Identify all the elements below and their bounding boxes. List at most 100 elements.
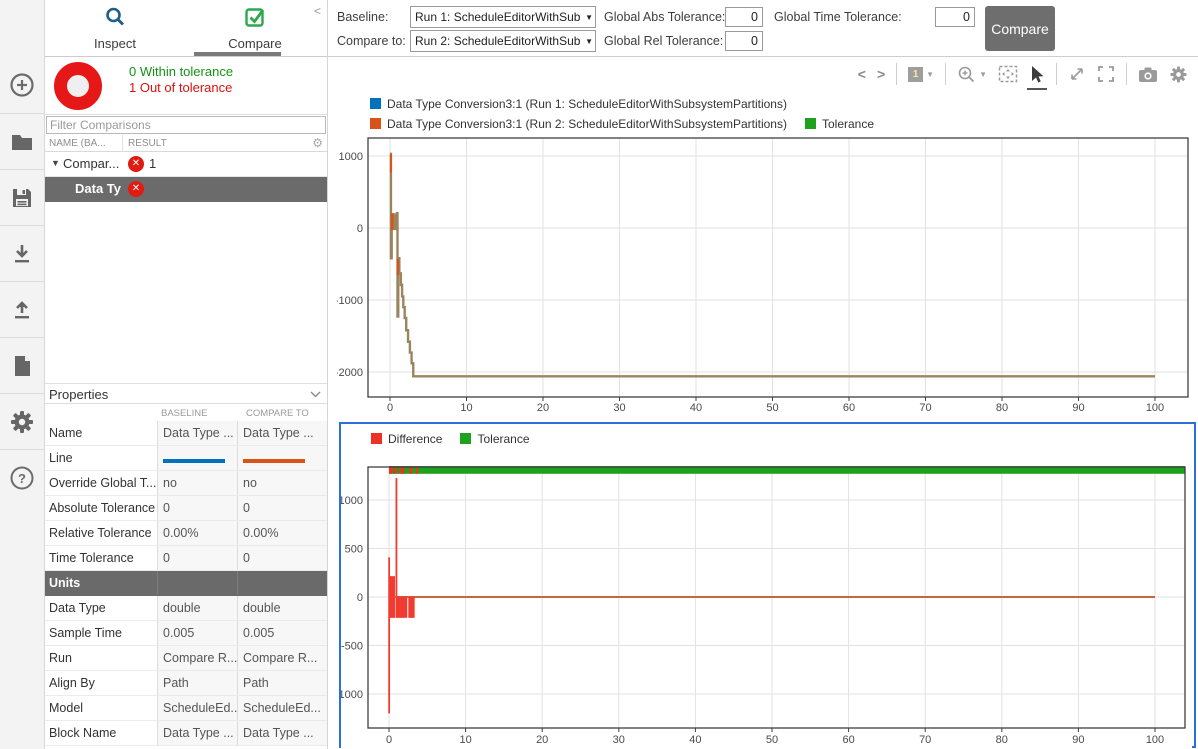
out-of-tolerance-badge: ✕ — [128, 181, 144, 197]
signals-comparison-chart[interactable]: 010203040506070809010010000-1000-2000 — [337, 135, 1198, 420]
folder-icon — [9, 129, 35, 155]
save-button[interactable] — [0, 169, 44, 225]
legend-label-difference[interactable]: Difference — [388, 432, 442, 446]
signal-name: Data Ty — [61, 181, 121, 196]
add-button[interactable] — [0, 57, 44, 113]
settings-button[interactable] — [0, 393, 44, 449]
legend-swatch-run1 — [370, 98, 381, 109]
baseline-column-header: BASELINE — [161, 408, 207, 419]
compareto-run-dropdown[interactable]: Run 2: ScheduleEditorWithSubsystemPartit… — [410, 30, 596, 52]
signal-comparison-row-selected[interactable]: Data Ty ✕ — [45, 177, 327, 202]
tab-inspect-label: Inspect — [94, 36, 136, 51]
open-button[interactable] — [0, 113, 44, 169]
chevron-down-icon — [310, 391, 321, 398]
baseline-chart-legend: Data Type Conversion3:1 (Run 1: Schedule… — [370, 96, 874, 136]
compare-button[interactable]: Compare — [985, 6, 1055, 51]
fullscreen-button[interactable] — [1097, 65, 1115, 83]
column-result-header[interactable]: RESULT — [128, 138, 167, 149]
property-row-units: Units — [45, 571, 327, 596]
export-button[interactable] — [0, 281, 44, 337]
svg-text:50: 50 — [766, 734, 778, 746]
pane-tabs: Inspect Compare < — [45, 0, 327, 57]
property-row-run: Run Compare R... Compare R... — [45, 646, 327, 671]
gear-icon — [1169, 65, 1188, 84]
legend-label-tolerance[interactable]: Tolerance — [822, 117, 874, 131]
svg-text:0: 0 — [357, 223, 363, 235]
svg-text:10: 10 — [460, 402, 472, 414]
legend-label-tolerance[interactable]: Tolerance — [477, 432, 529, 446]
svg-text:20: 20 — [537, 402, 549, 414]
import-button[interactable] — [0, 225, 44, 281]
expand-plot-button[interactable] — [1068, 65, 1086, 83]
svg-text:50: 50 — [766, 402, 778, 414]
legend-swatch-difference — [371, 433, 382, 444]
selected-tab-indicator — [194, 52, 281, 56]
global-time-tolerance-input[interactable] — [935, 7, 975, 27]
fit-to-view-button[interactable] — [998, 65, 1018, 83]
svg-text:-1000: -1000 — [337, 295, 363, 307]
property-row-override: Override Global T... no no — [45, 471, 327, 496]
snapshot-button[interactable] — [1138, 66, 1158, 83]
column-name-header[interactable]: NAME (BA... — [49, 138, 106, 149]
pointer-tool-button[interactable] — [1029, 65, 1045, 84]
compare-checkbox-icon — [244, 6, 266, 33]
svg-text:0: 0 — [357, 592, 363, 604]
dropdown-caret-icon: ▼ — [585, 37, 593, 46]
inspect-icon — [104, 6, 126, 33]
subplot-layout-button[interactable]: 1 ▼ — [908, 67, 934, 82]
global-rel-tolerance-input[interactable] — [725, 31, 763, 51]
svg-text:80: 80 — [996, 734, 1008, 746]
properties-header[interactable]: Properties — [45, 383, 327, 404]
difference-subplot-selected[interactable]: Difference Tolerance 0102030405060708090… — [339, 422, 1196, 748]
global-abs-tolerance-input[interactable] — [725, 7, 763, 27]
svg-text:80: 80 — [996, 402, 1008, 414]
baseline-run-dropdown[interactable]: Run 1: ScheduleEditorWithSubsystemPartit… — [410, 6, 596, 28]
legend-label-run1[interactable]: Data Type Conversion3:1 (Run 1: Schedule… — [387, 97, 787, 111]
difference-chart[interactable]: 010203040506070809010010005000-500-1000 — [341, 452, 1192, 748]
properties-column-headers: BASELINE COMPARE TO — [45, 404, 327, 421]
plot-settings-button[interactable] — [1169, 65, 1188, 84]
expand-caret-icon[interactable]: ▼ — [51, 158, 60, 168]
save-icon — [9, 185, 35, 211]
global-time-tolerance-label: Global Time Tolerance: — [774, 10, 902, 24]
compareto-label: Compare to: — [337, 34, 406, 48]
cursor-icon — [1029, 65, 1045, 84]
svg-text:20: 20 — [536, 734, 548, 746]
property-row-name: Name Data Type ... Data Type ... — [45, 421, 327, 446]
gear-icon — [9, 409, 35, 435]
legend-swatch-run2 — [370, 118, 381, 129]
global-rel-tolerance-label: Global Rel Tolerance: — [604, 34, 723, 48]
properties-title: Properties — [49, 387, 108, 402]
legend-swatch-tolerance — [805, 118, 816, 129]
prev-page-icon[interactable]: < — [858, 66, 866, 82]
svg-text:10: 10 — [459, 734, 471, 746]
report-button[interactable] — [0, 337, 44, 393]
collapse-pane-icon[interactable]: < — [314, 4, 321, 18]
zoom-tool-button[interactable]: ▼ — [957, 65, 987, 84]
next-page-icon[interactable]: > — [877, 66, 885, 82]
filter-comparisons-input[interactable] — [46, 116, 326, 134]
dropdown-caret-icon: ▼ — [585, 13, 593, 22]
property-row-model: Model ScheduleEd... ScheduleEd... — [45, 696, 327, 721]
tab-compare[interactable]: Compare — [185, 0, 325, 56]
out-of-tolerance-badge: ✕ — [128, 156, 144, 172]
svg-text:90: 90 — [1072, 734, 1084, 746]
svg-text:1000: 1000 — [341, 495, 363, 507]
tab-inspect[interactable]: Inspect — [45, 0, 185, 56]
add-icon — [9, 72, 35, 98]
document-icon — [9, 353, 35, 379]
chevron-down-icon: ▼ — [926, 70, 934, 79]
legend-label-run2[interactable]: Data Type Conversion3:1 (Run 2: Schedule… — [387, 117, 787, 131]
property-row-sample-time: Sample Time 0.005 0.005 — [45, 621, 327, 646]
table-settings-icon[interactable]: ⚙ — [312, 136, 323, 150]
comparison-group-row[interactable]: ▼ Compar... ✕ 1 — [45, 152, 327, 177]
baseline-label: Baseline: — [337, 10, 388, 24]
chevron-down-icon: ▼ — [979, 70, 987, 79]
help-button[interactable]: ? — [0, 449, 44, 505]
property-row-time-tol: Time Tolerance 0 0 — [45, 546, 327, 571]
svg-text:90: 90 — [1072, 402, 1084, 414]
out-of-tolerance-count: 1 — [149, 156, 156, 171]
app-toolstrip: ? — [0, 0, 45, 749]
zoom-in-icon — [957, 65, 976, 84]
compareto-column-header: COMPARE TO — [246, 408, 309, 419]
